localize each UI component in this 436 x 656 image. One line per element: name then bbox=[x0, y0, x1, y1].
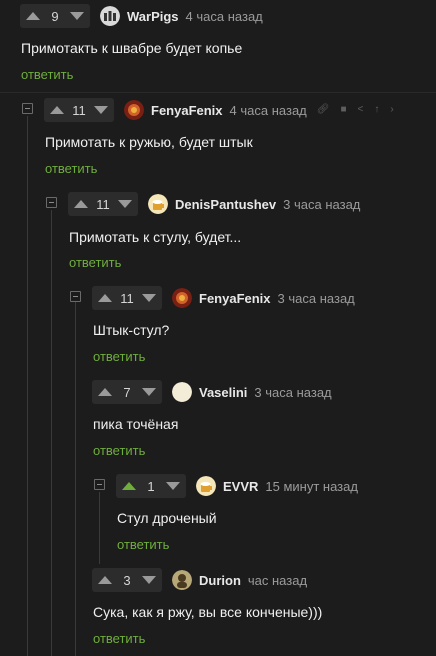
pin-icon[interactable]: ↑ bbox=[374, 105, 379, 115]
author-name[interactable]: FenyaFenix bbox=[151, 103, 223, 118]
comment-text: пика точёная bbox=[93, 416, 179, 432]
reply-button[interactable]: ответить bbox=[117, 537, 169, 552]
downvote-button[interactable] bbox=[94, 105, 108, 115]
comment-header: 9 WarPigs 4 часа назад bbox=[20, 4, 263, 28]
collapse-toggle[interactable] bbox=[22, 103, 33, 114]
comment-toolbar: 🔗︎ ■ < ↑ › bbox=[317, 105, 394, 115]
collapse-toggle[interactable] bbox=[94, 479, 105, 490]
timestamp[interactable]: 3 часа назад bbox=[278, 291, 355, 306]
vote-control: 9 bbox=[20, 4, 90, 28]
save-icon[interactable]: ■ bbox=[340, 105, 346, 115]
vote-control: 11 bbox=[44, 98, 114, 122]
comment-text: Сука, как я ржу, вы все конченые))) bbox=[93, 604, 323, 620]
vote-control: 1 bbox=[116, 474, 186, 498]
timestamp[interactable]: 3 часа назад bbox=[254, 385, 331, 400]
reply-button[interactable]: ответить bbox=[93, 631, 145, 646]
divider bbox=[0, 92, 436, 93]
vote-count: 1 bbox=[147, 478, 155, 494]
reply-button[interactable]: ответить bbox=[21, 67, 73, 82]
vote-count: 3 bbox=[123, 572, 131, 588]
share-icon[interactable]: < bbox=[358, 105, 364, 115]
more-icon[interactable]: › bbox=[390, 105, 393, 115]
evvr-avatar[interactable] bbox=[196, 476, 216, 496]
comment-header: 7 Vaselini 3 часа назад bbox=[92, 380, 332, 404]
comment-text: Примотать к ружью, будет штык bbox=[45, 134, 253, 150]
reply-button[interactable]: ответить bbox=[45, 161, 97, 176]
comment-text: Штык-стул? bbox=[93, 322, 170, 338]
downvote-button[interactable] bbox=[166, 481, 180, 491]
comment-header: 11 FenyaFenix 4 часа назад 🔗︎ ■ < ↑ › bbox=[44, 98, 394, 122]
timestamp[interactable]: 4 часа назад bbox=[186, 9, 263, 24]
comment-header: 11 DenisPantushev 3 часа назад bbox=[68, 192, 360, 216]
collapse-toggle[interactable] bbox=[70, 291, 81, 302]
comment-text: Примотакть к швабре будет копье bbox=[21, 40, 243, 56]
link-icon[interactable]: 🔗︎ bbox=[317, 105, 330, 115]
author-name[interactable]: FenyaFenix bbox=[199, 291, 271, 306]
timestamp[interactable]: 3 часа назад bbox=[283, 197, 360, 212]
downvote-button[interactable] bbox=[142, 293, 156, 303]
author-name[interactable]: WarPigs bbox=[127, 9, 179, 24]
vaselini-avatar[interactable] bbox=[172, 382, 192, 402]
author-name[interactable]: EVVR bbox=[223, 479, 258, 494]
author-name[interactable]: Durion bbox=[199, 573, 241, 588]
timestamp[interactable]: 4 часа назад bbox=[230, 103, 307, 118]
reply-button[interactable]: ответить bbox=[93, 349, 145, 364]
upvote-button[interactable] bbox=[98, 387, 112, 397]
vote-count: 11 bbox=[72, 102, 86, 118]
author-name[interactable]: Vaselini bbox=[199, 385, 247, 400]
vote-count: 9 bbox=[51, 8, 59, 24]
comment-text: Стул дроченый bbox=[117, 510, 217, 526]
upvote-button[interactable] bbox=[98, 293, 112, 303]
vote-control: 7 bbox=[92, 380, 162, 404]
comment-header: 3 Durion час назад bbox=[92, 568, 307, 592]
reply-button[interactable]: ответить bbox=[69, 255, 121, 270]
vote-control: 3 bbox=[92, 568, 162, 592]
upvote-button[interactable] bbox=[98, 575, 112, 585]
thread-line-3 bbox=[75, 302, 76, 656]
timestamp[interactable]: 15 минут назад bbox=[265, 479, 358, 494]
author-name[interactable]: DenisPantushev bbox=[175, 197, 276, 212]
upvote-button[interactable] bbox=[74, 199, 88, 209]
downvote-button[interactable] bbox=[142, 575, 156, 585]
timestamp[interactable]: час назад bbox=[248, 573, 307, 588]
upvote-button[interactable] bbox=[122, 481, 136, 491]
downvote-button[interactable] bbox=[70, 11, 84, 21]
thread-line-4 bbox=[99, 492, 100, 564]
downvote-button[interactable] bbox=[118, 199, 132, 209]
collapse-toggle[interactable] bbox=[46, 197, 57, 208]
comment-header: 11 FenyaFenix 3 часа назад bbox=[92, 286, 355, 310]
denispantushev-avatar[interactable] bbox=[148, 194, 168, 214]
reply-button[interactable]: ответить bbox=[93, 443, 145, 458]
downvote-button[interactable] bbox=[142, 387, 156, 397]
vote-control: 11 bbox=[92, 286, 162, 310]
upvote-button[interactable] bbox=[50, 105, 64, 115]
warpigs-avatar[interactable] bbox=[100, 6, 120, 26]
vote-control: 11 bbox=[68, 192, 138, 216]
thread-line-2 bbox=[51, 210, 52, 656]
upvote-button[interactable] bbox=[26, 11, 40, 21]
vote-count: 7 bbox=[123, 384, 131, 400]
fenyafenix-avatar[interactable] bbox=[124, 100, 144, 120]
comment-text: Примотать к стулу, будет... bbox=[69, 229, 242, 245]
thread-line-1 bbox=[27, 116, 28, 656]
vote-count: 11 bbox=[96, 196, 110, 212]
durion-avatar[interactable] bbox=[172, 570, 192, 590]
comment-header: 1 EVVR 15 минут назад bbox=[116, 474, 358, 498]
fenyafenix-avatar[interactable] bbox=[172, 288, 192, 308]
vote-count: 11 bbox=[120, 290, 134, 306]
